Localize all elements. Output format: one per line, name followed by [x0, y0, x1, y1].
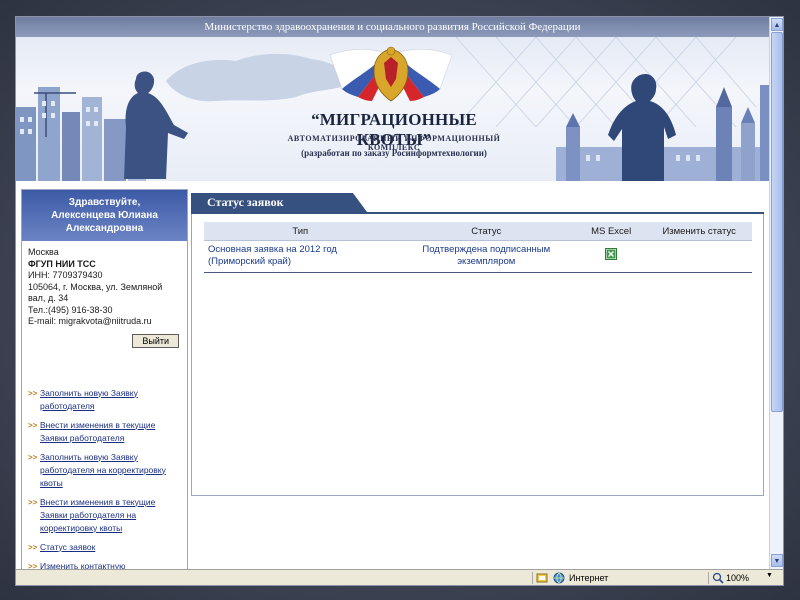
site-banner: Министерство здравоохранения и социально…	[16, 17, 769, 181]
nav-link[interactable]: Заполнить новую Заявку работодателя	[40, 387, 183, 413]
browser-status-bar: Интернет 100% ▼	[16, 569, 783, 585]
excel-file-icon[interactable]	[605, 248, 618, 260]
nav-menu: >> Заполнить новую Заявку работодателя >>…	[22, 349, 187, 573]
cell-type: Основная заявка на 2012 год (Приморский …	[204, 240, 397, 273]
nav-item-new-correction[interactable]: >> Заполнить новую Заявку работодателя на…	[28, 451, 183, 490]
scroll-thumb[interactable]	[771, 32, 783, 412]
nav-link[interactable]: Заполнить новую Заявку работодателя на к…	[40, 451, 183, 490]
status-table: Тип Статус MS Excel Изменить статус Осно…	[204, 222, 752, 273]
nav-bullet: >>	[28, 452, 38, 462]
table-header-row: Тип Статус MS Excel Изменить статус	[204, 222, 752, 241]
zoom-level[interactable]: 100%	[726, 573, 749, 583]
zoom-dropdown-icon[interactable]: ▼	[766, 572, 773, 579]
user-name: Алексенцева Юлиана	[51, 210, 158, 221]
cell-excel	[575, 240, 647, 273]
nav-link[interactable]: Статус заявок	[40, 541, 95, 554]
logout-button[interactable]: Выйти	[132, 333, 179, 348]
cell-status: Подтверждена подписанным экземпляром	[396, 240, 576, 273]
sidebar: Здравствуйте, Алексенцева Юлиана Алексан…	[21, 189, 188, 571]
scroll-down-button[interactable]: ▼	[771, 554, 783, 567]
column-header-status: Статус	[396, 222, 576, 241]
user-address-1: 105064, г. Москва, ул. Земляной	[28, 281, 163, 292]
table-row: Основная заявка на 2012 год (Приморский …	[204, 240, 752, 273]
nav-item-request-status[interactable]: >> Статус заявок	[28, 541, 183, 554]
user-info: Москва ФГУП НИИ ТСС ИНН: 7709379430 1050…	[22, 241, 187, 328]
tab-request-status[interactable]: Статус заявок	[191, 193, 367, 212]
logout-wrap: Выйти	[22, 328, 187, 349]
greeting-box: Здравствуйте, Алексенцева Юлиана Алексан…	[22, 190, 187, 241]
ministry-title: Министерство здравоохранения и социально…	[16, 17, 769, 37]
nav-bullet: >>	[28, 388, 38, 398]
user-org: ФГУП НИИ ТСС	[28, 258, 96, 269]
column-header-excel: MS Excel	[575, 222, 647, 241]
user-phone: Тел.:(495) 916-38-30	[28, 304, 113, 315]
user-email: E-mail: migrakvota@niitruda.ru	[28, 316, 152, 326]
nav-bullet: >>	[28, 420, 38, 430]
user-address-2: вал, д. 34	[28, 293, 69, 303]
user-city: Москва	[28, 247, 59, 257]
cell-change-status[interactable]	[646, 240, 752, 273]
status-separator	[708, 572, 709, 584]
nav-link[interactable]: Внести изменения в текущие Заявки работо…	[40, 419, 183, 445]
app-credit: (разработан по заказу Росинформтехнологи…	[301, 148, 487, 158]
user-patronymic: Александровна	[65, 223, 144, 234]
nav-item-new-request[interactable]: >> Заполнить новую Заявку работодателя	[28, 387, 183, 413]
scroll-up-button[interactable]: ▲	[771, 18, 783, 31]
zone-label: Интернет	[569, 573, 609, 583]
main-panel: Тип Статус MS Excel Изменить статус Осно…	[191, 214, 764, 496]
worker-silhouette	[124, 71, 188, 179]
coat-of-arms-emblem	[329, 46, 453, 102]
user-inn: ИНН: 7709379430	[28, 270, 103, 280]
column-header-type: Тип	[204, 222, 397, 241]
internet-globe-icon	[553, 572, 565, 584]
vertical-scrollbar[interactable]: ▲ ▼	[769, 17, 783, 569]
browser-window: Министерство здравоохранения и социально…	[15, 16, 784, 586]
zoom-magnifier-icon[interactable]	[712, 572, 724, 584]
column-header-change-status: Изменить статус	[646, 222, 752, 241]
nav-bullet: >>	[28, 542, 38, 552]
greeting-line: Здравствуйте,	[68, 197, 141, 208]
security-zone-icon	[536, 573, 548, 583]
status-separator	[532, 572, 533, 584]
nav-link[interactable]: Внести изменения в текущие Заявки работо…	[40, 496, 183, 535]
businessman-silhouette	[608, 73, 676, 181]
nav-item-edit-requests[interactable]: >> Внести изменения в текущие Заявки рабо…	[28, 419, 183, 445]
nav-bullet: >>	[28, 497, 38, 507]
nav-item-edit-correction[interactable]: >> Внести изменения в текущие Заявки рабо…	[28, 496, 183, 535]
